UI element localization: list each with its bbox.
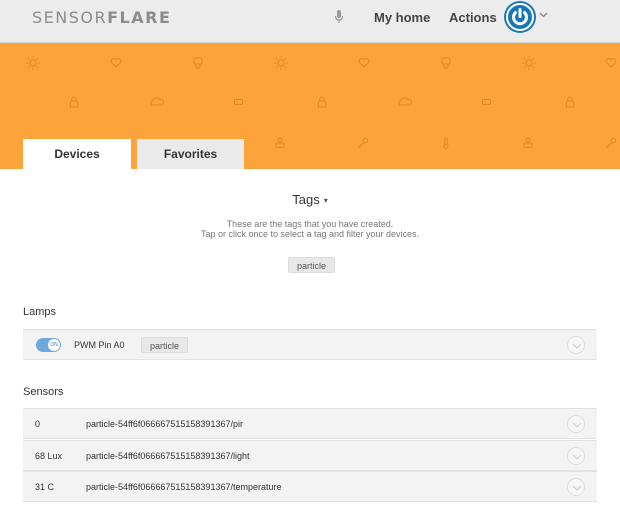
microphone-icon[interactable] <box>333 9 345 25</box>
hero-banner: Devices Favorites <box>0 43 620 169</box>
lamp-name: PWM Pin A0 <box>74 340 125 350</box>
sensor-row[interactable]: 0 particle-54ff6f066667515158391367/pir <box>23 408 597 439</box>
tags-instructions: Tap or click once to select a tag and fi… <box>200 229 420 239</box>
tab-devices[interactable]: Devices <box>23 139 131 169</box>
lamp-power-toggle[interactable]: ON <box>36 338 61 352</box>
tags-dropdown[interactable]: Tags ▾ <box>0 192 620 209</box>
chevron-down-icon[interactable] <box>539 11 548 19</box>
expand-button[interactable] <box>567 447 585 465</box>
caret-down-icon: ▾ <box>323 195 328 205</box>
sensor-row[interactable]: 31 C particle-54ff6f066667515158391367/t… <box>23 471 597 502</box>
tags-title-label: Tags <box>292 192 320 207</box>
lamp-row[interactable]: ON PWM Pin A0 particle <box>23 329 597 360</box>
nav-actions[interactable]: Actions <box>449 10 497 26</box>
lamps-section-title: Lamps <box>23 306 57 318</box>
sensor-value: 68 Lux <box>35 451 63 461</box>
sensor-name: particle-54ff6f066667515158391367/light <box>86 451 250 461</box>
logo-text-flare: FLARE <box>107 8 172 27</box>
user-avatar-button[interactable] <box>504 1 536 33</box>
tag-filter-chip[interactable]: particle <box>288 257 336 273</box>
lamp-tag-chip[interactable]: particle <box>141 337 189 353</box>
sensorflare-logo[interactable]: SENSORFLARE <box>32 9 171 27</box>
sensors-section-title: Sensors <box>23 386 64 398</box>
sensor-value: 31 C <box>35 482 55 492</box>
expand-button[interactable] <box>567 336 585 354</box>
nav-my-home[interactable]: My home <box>374 10 430 26</box>
tab-favorites[interactable]: Favorites <box>137 139 244 169</box>
chevron-down-icon <box>572 343 582 349</box>
sensor-value: 0 <box>35 419 41 429</box>
chevron-down-icon <box>572 422 582 428</box>
sensor-name: particle-54ff6f066667515158391367/temper… <box>86 482 282 492</box>
sensor-row[interactable]: 68 Lux particle-54ff6f066667515158391367… <box>23 440 597 471</box>
expand-button[interactable] <box>567 415 585 433</box>
toggle-knob: ON <box>48 339 60 351</box>
chevron-down-icon <box>572 485 582 491</box>
chevron-down-icon <box>572 454 582 460</box>
top-bar: SENSORFLARE My home Actions <box>0 0 620 43</box>
logo-text-sensor: SENSOR <box>32 8 108 27</box>
power-icon <box>506 3 534 31</box>
expand-button[interactable] <box>567 478 585 496</box>
sensor-name: particle-54ff6f066667515158391367/pir <box>86 419 243 429</box>
